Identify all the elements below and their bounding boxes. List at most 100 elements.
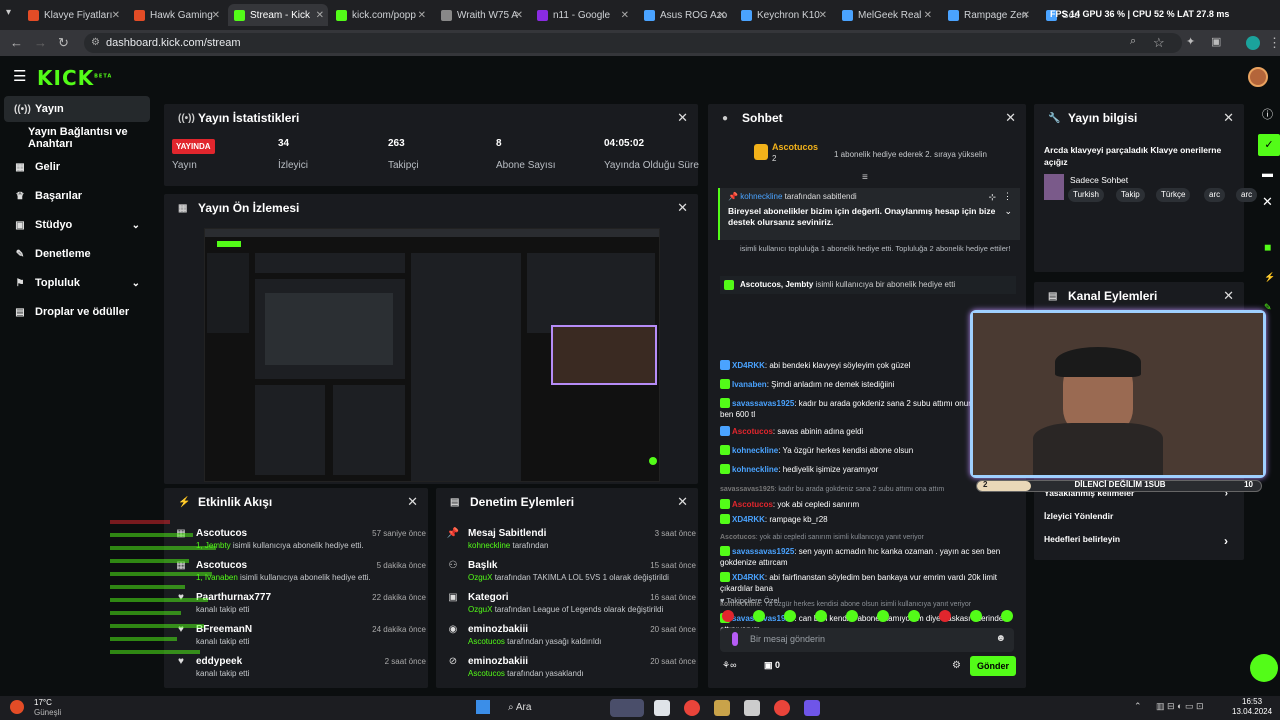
forward-icon[interactable]: → <box>34 35 47 50</box>
emote-icon[interactable] <box>908 610 920 622</box>
bolt-icon[interactable]: ⚡ <box>1264 272 1275 283</box>
chat-username[interactable]: savassavas1925 <box>732 399 794 408</box>
tab-close-icon[interactable]: ✕ <box>212 10 220 21</box>
sidebar-item[interactable]: ((•)) Yayın <box>4 96 150 122</box>
moderation-user[interactable]: Ascotucos <box>468 669 505 678</box>
tray-chevron-icon[interactable]: ⌃ <box>1134 701 1142 712</box>
taskview-icon[interactable] <box>654 700 670 716</box>
kick-logo[interactable]: KICKBETA <box>37 66 112 90</box>
tab-close-icon[interactable]: ✕ <box>819 10 827 21</box>
browser-tab[interactable]: Klavye Fiyatları ✕ <box>22 4 124 26</box>
emote-icon[interactable] <box>846 610 858 622</box>
chat-username[interactable]: Ascotucos <box>732 427 773 436</box>
back-icon[interactable]: ← <box>10 35 23 50</box>
close-icon[interactable]: ✕ <box>1262 194 1273 210</box>
weather-temp[interactable]: 17°C <box>34 698 52 707</box>
chat-username[interactable]: kohneckline <box>732 465 778 474</box>
emote-icon[interactable] <box>722 610 734 622</box>
emoji-icon[interactable]: ☻ <box>995 633 1006 644</box>
emote-icon[interactable] <box>784 610 796 622</box>
user-avatar[interactable] <box>1248 67 1268 87</box>
stream-tag[interactable]: arc <box>1236 188 1258 202</box>
tab-close-icon[interactable]: ✕ <box>621 10 629 21</box>
gear-icon[interactable]: ⚙ <box>952 660 961 671</box>
chat-input[interactable]: Bir mesaj gönderin ☻ <box>720 628 1014 652</box>
chat-username[interactable]: savassavas1925 <box>732 547 794 556</box>
chat-username[interactable]: XD4RKK <box>732 361 765 370</box>
close-icon[interactable]: ✕ <box>1223 110 1234 126</box>
sidebar-item[interactable]: ♛ Başarılar <box>4 183 150 209</box>
extensions-icon[interactable]: ✦ <box>1186 35 1195 48</box>
sidebar-item[interactable]: Yayın Bağlantısı ve Anahtarı <box>4 125 150 151</box>
taskbar-search[interactable]: ⌕ Ara <box>500 699 610 717</box>
expand-icon[interactable]: ≡ <box>862 172 868 183</box>
close-icon[interactable]: ✕ <box>677 110 688 126</box>
clock-time[interactable]: 16:53 <box>1242 697 1262 706</box>
hamburger-menu-icon[interactable]: ☰ <box>13 67 26 85</box>
moderation-user[interactable]: kohneckline <box>468 541 510 550</box>
emote-icon[interactable] <box>939 610 951 622</box>
emote-icon[interactable] <box>1001 610 1013 622</box>
send-button[interactable]: Gönder <box>970 656 1016 676</box>
chevron-down-icon[interactable]: ⌄ <box>1004 206 1012 217</box>
moderation-user[interactable]: OzguX <box>468 573 492 582</box>
unpin-icon[interactable]: ⊹ <box>988 192 996 203</box>
stream-tag[interactable]: Türkçe <box>1156 188 1191 202</box>
browser-tab[interactable]: Asus ROG Azo ✕ <box>638 4 730 26</box>
close-icon[interactable]: ✕ <box>677 200 688 216</box>
tab-close-icon[interactable]: ✕ <box>112 10 120 21</box>
help-fab[interactable] <box>1250 654 1278 682</box>
reload-icon[interactable]: ↻ <box>58 35 69 51</box>
sidebar-tool-icon[interactable]: ◼ <box>1264 242 1271 253</box>
chat-username[interactable]: kohneckline <box>732 446 778 455</box>
pinned-by-user[interactable]: kohneckline <box>740 192 782 201</box>
chrome-icon[interactable] <box>684 700 700 716</box>
action-item-2[interactable]: İzleyici Yönlendir <box>1044 511 1234 521</box>
windows-start-icon[interactable] <box>476 700 490 714</box>
app-icon-2[interactable] <box>744 700 760 716</box>
sidebar-item[interactable]: ▣ Stüdyo ⌄ <box>4 212 150 238</box>
app-icon-1[interactable] <box>714 700 730 716</box>
tab-close-icon[interactable]: ✕ <box>418 10 426 21</box>
discord-icon[interactable] <box>804 700 820 716</box>
stream-tag[interactable]: arc <box>1204 188 1226 202</box>
chat-username[interactable]: XD4RKK <box>732 515 765 524</box>
layout-icon[interactable]: ▬ <box>1262 168 1273 180</box>
chat-username[interactable]: savassavas1925 <box>720 486 775 493</box>
chrome-icon-2[interactable] <box>774 700 790 716</box>
browser-tab[interactable]: Wraith W75 A ✕ <box>435 4 527 26</box>
sidebar-item[interactable]: ✎ Denetleme <box>4 241 150 267</box>
close-icon[interactable]: ✕ <box>1005 110 1016 126</box>
chevron-down-icon[interactable]: ⌄ <box>132 220 140 231</box>
profile-avatar[interactable] <box>1246 36 1260 50</box>
tab-search-icon[interactable]: ▾ <box>6 7 11 18</box>
stream-preview-video[interactable] <box>204 228 660 482</box>
chat-username[interactable]: Ascotucos <box>720 534 756 541</box>
browser-tab[interactable]: Keychron K10 ✕ <box>735 4 831 26</box>
chevron-down-icon[interactable]: ⌄ <box>132 278 140 289</box>
tab-close-icon[interactable]: ✕ <box>1022 10 1030 21</box>
sidebar-item[interactable]: ▤ Droplar ve ödüller <box>4 299 150 325</box>
moderation-user[interactable]: OzguX <box>468 605 492 614</box>
tab-close-icon[interactable]: ✕ <box>515 10 523 21</box>
stream-tag[interactable]: Takip <box>1116 188 1145 202</box>
top-gifter-name[interactable]: Ascotucos <box>772 142 818 152</box>
browser-tab[interactable]: n11 - Google ✕ <box>531 4 633 26</box>
browser-tab[interactable]: Rampage Zen ✕ <box>942 4 1034 26</box>
emote-icon[interactable] <box>815 610 827 622</box>
tab-close-icon[interactable]: ✕ <box>924 10 932 21</box>
search-highlight[interactable] <box>610 699 644 717</box>
stream-tag[interactable]: Turkish <box>1068 188 1104 202</box>
bookmark-star-icon[interactable]: ☆ <box>1153 35 1165 51</box>
browser-tab[interactable]: Hawk Gaming ✕ <box>128 4 224 26</box>
browser-tab[interactable]: MelGeek Real ✕ <box>836 4 936 26</box>
site-info-icon[interactable]: ⚙ <box>91 33 100 53</box>
emote-icon[interactable] <box>753 610 765 622</box>
more-icon[interactable]: ⋮ <box>1003 191 1012 202</box>
check-icon[interactable]: ✓ <box>1258 134 1280 156</box>
browser-tab[interactable]: Stream - Kick ✕ <box>228 4 328 26</box>
url-field[interactable]: ⚙ dashboard.kick.com/stream <box>84 33 1182 53</box>
tray-icons[interactable]: ▥ ⊟ ◐ ▭ ⊡ <box>1156 701 1204 712</box>
zoom-icon[interactable]: ⌕ <box>1130 35 1136 48</box>
sidebar-item[interactable]: ⚑ Topluluk ⌄ <box>4 270 150 296</box>
